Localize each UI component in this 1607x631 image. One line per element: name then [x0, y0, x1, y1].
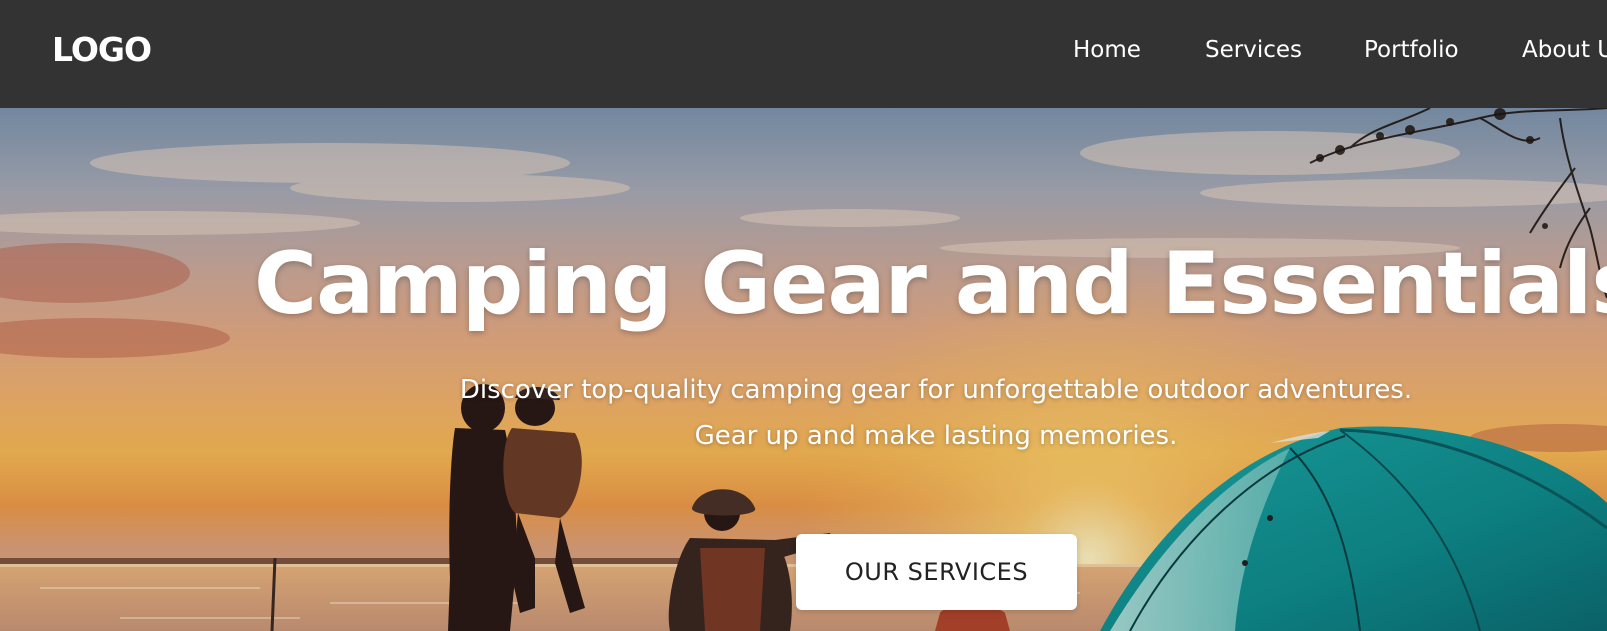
logo[interactable]: LOGO	[52, 30, 152, 70]
hero-subtitle-line1: Discover top-quality camping gear for un…	[459, 375, 1413, 405]
page: LOGO Home Services Portfolio About U Cam…	[0, 0, 1607, 631]
hero-title: Camping Gear and Essentials	[254, 234, 1607, 334]
hero-section: Camping Gear and Essentials Discover top…	[0, 108, 1607, 631]
nav-link-portfolio[interactable]: Portfolio	[1364, 35, 1459, 65]
our-services-button[interactable]: OUR SERVICES	[796, 534, 1077, 610]
navbar: LOGO Home Services Portfolio About U	[0, 0, 1607, 108]
nav-link-about[interactable]: About U	[1522, 35, 1607, 65]
nav-link-services[interactable]: Services	[1205, 35, 1302, 65]
nav-link-home[interactable]: Home	[1073, 35, 1141, 65]
hero-subtitle-line2: Gear up and make lasting memories.	[694, 421, 1178, 451]
